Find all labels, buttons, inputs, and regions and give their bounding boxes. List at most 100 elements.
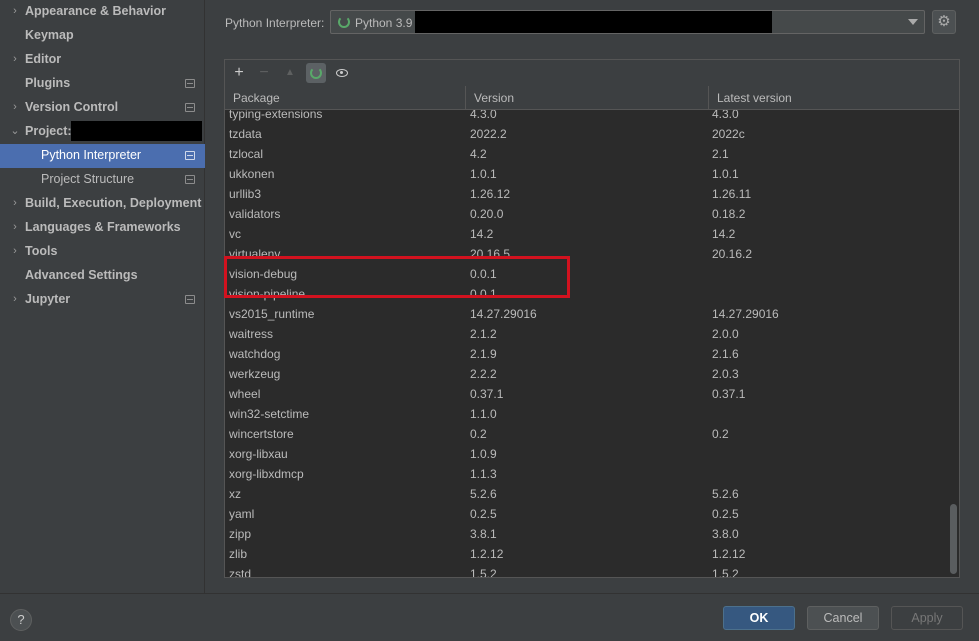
package-name-cell: validators	[229, 207, 281, 221]
package-name-cell: wincertstore	[229, 427, 294, 441]
latest-version-cell: 2022c	[712, 127, 745, 141]
remove-package-button[interactable]: −	[254, 63, 274, 83]
table-row[interactable]: xorg-libxdmcp 1.1.3	[225, 464, 947, 484]
version-cell: 1.2.12	[470, 547, 504, 561]
version-cell: 14.27.29016	[470, 307, 537, 321]
chevron-right-icon[interactable]: ›	[9, 293, 21, 305]
show-early-releases-button[interactable]	[332, 63, 352, 83]
chevron-right-icon[interactable]: ›	[9, 5, 21, 17]
highlight-annotation-box	[224, 256, 570, 298]
table-row[interactable]: wincertstore 0.2 0.2	[225, 424, 947, 444]
package-name-cell: zipp	[229, 527, 252, 541]
table-row[interactable]: tzlocal 4.2 2.1	[225, 144, 947, 164]
sidebar-item-label: Keymap	[25, 28, 74, 42]
sidebar-item-editor[interactable]: › Editor	[0, 48, 205, 72]
sidebar-item-build-execution-deployment[interactable]: › Build, Execution, Deployment	[0, 192, 205, 216]
table-row[interactable]: zlib 1.2.12 1.2.12	[225, 544, 947, 564]
redacted-project-name	[71, 121, 202, 141]
sidebar-item-appearance-behavior[interactable]: › Appearance & Behavior	[0, 0, 205, 24]
sidebar-item-keymap[interactable]: Keymap	[0, 24, 205, 48]
package-name-cell: win32-setctime	[229, 407, 310, 421]
sidebar-item-label: Appearance & Behavior	[25, 4, 167, 18]
latest-version-cell: 4.3.0	[712, 110, 739, 121]
latest-version-cell: 3.8.0	[712, 527, 739, 541]
add-package-button[interactable]: +	[229, 63, 249, 83]
table-row[interactable]: waitress 2.1.2 2.0.0	[225, 324, 947, 344]
latest-version-cell: 1.26.11	[712, 187, 752, 201]
chevron-right-icon[interactable]: ›	[9, 245, 21, 257]
sidebar-item-label: Languages & Frameworks	[25, 220, 181, 234]
sidebar-item-tools[interactable]: › Tools	[0, 240, 205, 264]
sidebar-item-languages-frameworks[interactable]: › Languages & Frameworks	[0, 216, 205, 240]
version-cell: 0.37.1	[470, 387, 504, 401]
table-row[interactable]: validators 0.20.0 0.18.2	[225, 204, 947, 224]
latest-version-cell: 20.16.2	[712, 247, 753, 261]
chevron-right-icon[interactable]: ›	[9, 221, 21, 233]
table-row[interactable]: vs2015_runtime 14.27.29016 14.27.29016	[225, 304, 947, 324]
table-row[interactable]: ukkonen 1.0.1 1.0.1	[225, 164, 947, 184]
package-name-cell: yaml	[229, 507, 255, 521]
sidebar-item-plugins[interactable]: Plugins	[0, 72, 205, 96]
table-row[interactable]: werkzeug 2.2.2 2.0.3	[225, 364, 947, 384]
table-row[interactable]: typing-extensions 4.3.0 4.3.0	[225, 110, 947, 124]
sidebar-item-python-interpreter[interactable]: Python Interpreter	[0, 144, 205, 168]
table-row[interactable]: vc 14.2 14.2	[225, 224, 947, 244]
table-row[interactable]: xz 5.2.6 5.2.6	[225, 484, 947, 504]
package-name-cell: waitress	[229, 327, 274, 341]
table-row[interactable]: zipp 3.8.1 3.8.0	[225, 524, 947, 544]
sidebar-item-jupyter[interactable]: › Jupyter	[0, 288, 205, 312]
package-name-cell: urllib3	[229, 187, 262, 201]
upgrade-package-button[interactable]: ▲	[280, 63, 300, 83]
refresh-packages-button[interactable]	[306, 63, 326, 83]
latest-version-cell: 2.1.6	[712, 347, 739, 361]
version-cell: 0.2.5	[470, 507, 497, 521]
interpreter-settings-button[interactable]: ⚙	[932, 10, 956, 34]
table-row[interactable]: zstd 1.5.2 1.5.2	[225, 564, 947, 577]
sidebar-item-project-structure[interactable]: Project Structure	[0, 168, 205, 192]
loading-spinner-icon	[338, 16, 350, 28]
sidebar-item-label: Advanced Settings	[25, 268, 138, 282]
version-cell: 1.1.0	[470, 407, 497, 421]
latest-version-cell: 2.1	[712, 147, 729, 161]
chevron-right-icon[interactable]: ›	[9, 101, 21, 113]
table-row[interactable]: xorg-libxau 1.0.9	[225, 444, 947, 464]
packages-table-body: typing-extensions 4.3.0 4.3.0 tzdata 2022.2 2…	[225, 110, 947, 577]
version-cell: 14.2	[470, 227, 494, 241]
eye-icon	[336, 69, 348, 77]
help-button[interactable]: ?	[10, 609, 32, 631]
latest-version-cell: 0.2	[712, 427, 729, 441]
table-row[interactable]: watchdog 2.1.9 2.1.6	[225, 344, 947, 364]
table-row[interactable]: wheel 0.37.1 0.37.1	[225, 384, 947, 404]
header-corner	[947, 86, 959, 110]
column-header-latest-version[interactable]: Latest version	[709, 86, 947, 110]
cancel-button[interactable]: Cancel	[807, 606, 879, 630]
table-row[interactable]: win32-setctime 1.1.0	[225, 404, 947, 424]
vertical-scrollbar[interactable]	[947, 110, 959, 577]
table-row[interactable]: yaml 0.2.5 0.2.5	[225, 504, 947, 524]
version-cell: 2.1.2	[470, 327, 497, 341]
package-name-cell: vc	[229, 227, 241, 241]
package-name-cell: watchdog	[229, 347, 281, 361]
packages-rows: typing-extensions 4.3.0 4.3.0 tzdata 2022.2 2…	[225, 110, 947, 577]
scrollbar-thumb[interactable]	[950, 504, 957, 574]
chevron-right-icon[interactable]: ›	[9, 53, 21, 65]
latest-version-cell: 14.2	[712, 227, 736, 241]
sidebar-item-label: Plugins	[25, 76, 71, 90]
sidebar-item-advanced-settings[interactable]: Advanced Settings	[0, 264, 205, 288]
column-header-version[interactable]: Version	[466, 86, 709, 110]
loading-spinner-icon	[310, 67, 322, 79]
table-row[interactable]: tzdata 2022.2 2022c	[225, 124, 947, 144]
table-row[interactable]: urllib3 1.26.12 1.26.11	[225, 184, 947, 204]
python-interpreter-select[interactable]: Python 3.9	[330, 10, 925, 34]
package-name-cell: werkzeug	[229, 367, 281, 381]
ok-button[interactable]: OK	[723, 606, 795, 630]
chevron-down-icon[interactable]	[908, 19, 918, 25]
chevron-down-icon[interactable]: ⌄	[9, 125, 21, 137]
triangle-up-icon: ▲	[285, 67, 295, 78]
project-scope-icon	[185, 175, 195, 184]
chevron-right-icon[interactable]: ›	[9, 197, 21, 209]
column-header-package[interactable]: Package	[225, 86, 466, 110]
apply-button[interactable]: Apply	[891, 606, 963, 630]
sidebar-item-label: Project:	[25, 124, 72, 138]
sidebar-item-version-control[interactable]: › Version Control	[0, 96, 205, 120]
